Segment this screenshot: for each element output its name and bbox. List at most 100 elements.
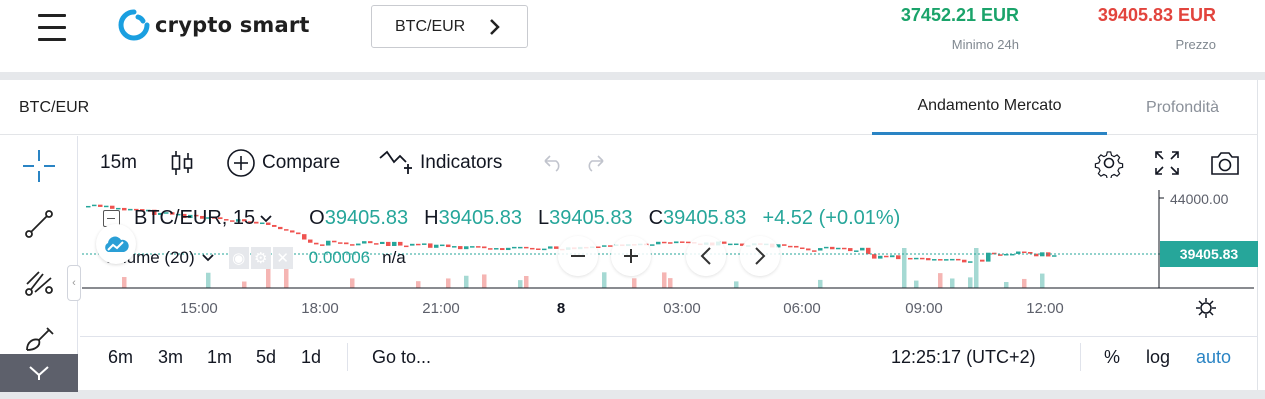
candle: [296, 232, 301, 235]
candle: [878, 255, 883, 259]
candle: [674, 241, 679, 244]
pair-selector-button[interactable]: BTC/EUR: [371, 5, 528, 48]
tab-profondita[interactable]: Profondità: [1110, 80, 1255, 135]
low-24h-stat: 37452.21 EUR Minimo 24h: [901, 5, 1019, 52]
candle: [350, 244, 355, 246]
candle: [368, 241, 373, 244]
log-toggle[interactable]: log: [1146, 337, 1170, 377]
close-value: 39405.83: [663, 207, 747, 229]
pitchfork-icon[interactable]: [14, 260, 64, 304]
trend-line-icon[interactable]: [14, 202, 64, 246]
crosshair-icon[interactable]: [14, 144, 64, 188]
time-label: 03:00: [663, 300, 701, 317]
high-value: 39405.83: [438, 207, 523, 229]
scroll-right-button[interactable]: [740, 236, 780, 276]
candle: [722, 241, 727, 244]
candle: [326, 240, 331, 246]
camera-icon[interactable]: [1208, 146, 1242, 180]
candle: [842, 247, 847, 250]
time-label: 18:00: [301, 300, 339, 317]
close-icon[interactable]: ✕: [272, 247, 293, 269]
percent-toggle[interactable]: %: [1104, 337, 1120, 377]
time-label: 15:00: [180, 300, 218, 317]
candle: [728, 243, 733, 246]
time-axis[interactable]: 15:00 18:00 21:00 8 03:00 06:00 09:00 12…: [82, 287, 1252, 327]
range-1m[interactable]: 1m: [207, 337, 232, 377]
candle: [914, 257, 919, 260]
candle: [608, 245, 613, 247]
candle: [908, 257, 913, 260]
zoom-out-button[interactable]: [558, 236, 598, 276]
candle: [356, 243, 361, 246]
range-5d[interactable]: 5d: [256, 337, 276, 377]
tab-andamento-mercato[interactable]: Andamento Mercato: [872, 80, 1107, 135]
candle: [500, 248, 505, 251]
zoom-in-button[interactable]: [611, 236, 651, 276]
more-tools-button[interactable]: [0, 354, 78, 392]
auto-toggle[interactable]: auto: [1196, 337, 1231, 377]
candle: [506, 247, 511, 251]
eye-icon[interactable]: ◉: [228, 247, 249, 269]
redo-icon[interactable]: [578, 146, 612, 180]
price-value: 39405.83 EUR: [1097, 5, 1216, 25]
undo-icon[interactable]: [536, 146, 570, 180]
range-3m[interactable]: 3m: [158, 337, 183, 377]
indicators-button[interactable]: Indicators: [378, 134, 502, 192]
time-label: 8: [556, 300, 566, 317]
candles-icon[interactable]: [165, 146, 199, 180]
candle: [494, 248, 499, 250]
brand-name: crypto smart: [155, 13, 310, 37]
candle: [482, 246, 487, 249]
candle: [92, 204, 97, 207]
indicators-label: Indicators: [420, 152, 503, 173]
volume-bar: [938, 273, 943, 288]
candle: [536, 248, 541, 250]
brand-logo[interactable]: crypto smart: [117, 7, 310, 43]
candle: [944, 259, 949, 261]
header-divider: [0, 72, 1265, 80]
goto-button[interactable]: Go to...: [372, 337, 431, 377]
candle: [1022, 251, 1027, 254]
interval-selector[interactable]: 15m: [100, 134, 137, 192]
candle: [374, 243, 379, 245]
range-1d[interactable]: 1d: [301, 337, 321, 377]
plus-icon: [624, 249, 638, 263]
candle: [806, 248, 811, 251]
axis-settings-icon[interactable]: [1195, 297, 1217, 319]
compare-label: Compare: [262, 152, 341, 173]
price-axis-top-label: 44000.00: [1170, 191, 1229, 207]
candle: [386, 241, 391, 246]
range-6m[interactable]: 6m: [108, 337, 133, 377]
volume-bar: [662, 272, 667, 288]
candle: [866, 247, 871, 255]
gear-icon[interactable]: ⚙: [250, 247, 271, 269]
candle: [410, 243, 415, 246]
candle: [98, 204, 103, 207]
pair-selector-label: BTC/EUR: [395, 17, 466, 35]
scroll-left-button[interactable]: [686, 236, 726, 276]
candle: [344, 242, 349, 245]
symbol-label[interactable]: BTC/EUR, 15: [134, 207, 255, 230]
volume-bar: [206, 272, 211, 288]
collapse-toolbar-button[interactable]: ‹: [67, 265, 81, 301]
candle: [596, 246, 601, 248]
hamburger-menu-icon[interactable]: [38, 14, 66, 41]
fullscreen-icon[interactable]: [1150, 146, 1184, 180]
settings-gear-icon[interactable]: [1092, 146, 1126, 180]
candle: [1028, 251, 1033, 254]
candle: [824, 246, 829, 249]
candle: [860, 247, 865, 251]
chart-toolbar: 15m Compare Indicators: [80, 134, 1258, 192]
chevron-down-icon[interactable]: [259, 214, 273, 224]
low-24h-caption: Minimo 24h: [951, 37, 1019, 52]
candle: [440, 244, 445, 247]
compare-button[interactable]: Compare: [226, 134, 340, 192]
chevron-left-icon: [700, 247, 711, 265]
candle: [476, 246, 481, 248]
timezone-clock[interactable]: 12:25:17 (UTC+2): [891, 337, 1036, 377]
cloud-logo-icon[interactable]: [96, 224, 136, 264]
candle: [380, 241, 385, 244]
candle: [416, 243, 421, 246]
chevron-down-icon[interactable]: [201, 253, 215, 263]
candle: [848, 248, 853, 252]
